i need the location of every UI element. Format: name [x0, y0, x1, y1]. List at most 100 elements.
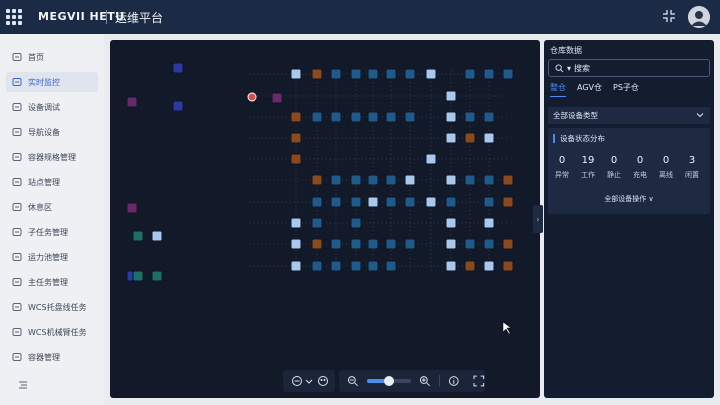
agv-robot-icon[interactable] [311, 174, 323, 186]
search-filter-dropdown[interactable]: ▾ [567, 64, 571, 73]
map-cell[interactable] [350, 174, 362, 186]
map-cell[interactable] [330, 174, 342, 186]
sidebar-item-10[interactable]: WCS托盘线任务 [6, 297, 98, 317]
map-cell[interactable] [367, 196, 379, 208]
sidebar-item-4[interactable]: 容器规格管理 [6, 147, 98, 167]
map-cell[interactable] [483, 196, 495, 208]
map-cell[interactable] [330, 196, 342, 208]
map-cell[interactable] [445, 238, 457, 250]
map-cell[interactable] [445, 174, 457, 186]
map-cell[interactable] [385, 68, 397, 80]
map-cell[interactable] [483, 260, 495, 272]
map-cell[interactable] [132, 270, 144, 282]
map-cell[interactable] [367, 68, 379, 80]
map-cell[interactable] [330, 111, 342, 123]
map-cell[interactable] [483, 174, 495, 186]
map-cell[interactable] [464, 68, 476, 80]
map-cell[interactable] [367, 111, 379, 123]
warehouse-map[interactable] [110, 40, 540, 398]
map-cell[interactable] [350, 68, 362, 80]
map-cell[interactable] [367, 260, 379, 272]
map-cell[interactable] [404, 196, 416, 208]
sidebar-item-7[interactable]: 子任务管理 [6, 222, 98, 242]
map-cell[interactable] [367, 238, 379, 250]
map-cell[interactable] [126, 202, 138, 214]
map-cell[interactable] [483, 238, 495, 250]
info-icon[interactable] [448, 375, 460, 387]
map-cell[interactable] [425, 153, 437, 165]
map-cell[interactable] [151, 270, 163, 282]
sidebar-item-1[interactable]: 实时监控 [6, 72, 98, 92]
sidebar-item-8[interactable]: 运力池管理 [6, 247, 98, 267]
map-cell[interactable] [350, 260, 362, 272]
user-avatar[interactable] [688, 6, 710, 28]
map-cell[interactable] [404, 111, 416, 123]
map-cell[interactable] [151, 230, 163, 242]
sidebar-item-6[interactable]: 休息区 [6, 197, 98, 217]
sidebar-collapse-icon[interactable] [18, 380, 28, 390]
map-cell[interactable] [425, 196, 437, 208]
layer-minus-icon[interactable] [291, 375, 303, 387]
agv-robot-icon[interactable] [502, 260, 514, 272]
map-cell[interactable] [385, 174, 397, 186]
agv-robot-icon[interactable] [290, 153, 302, 165]
tab-agv-warehouse[interactable]: AGV仓 [577, 82, 602, 97]
tab-whole-warehouse[interactable]: 整仓 [550, 82, 566, 97]
agv-robot-icon[interactable] [464, 132, 476, 144]
agv-robot-icon[interactable] [311, 238, 323, 250]
agv-robot-icon[interactable] [502, 174, 514, 186]
map-cell[interactable] [385, 238, 397, 250]
map-cell[interactable] [350, 196, 362, 208]
map-cell[interactable] [311, 260, 323, 272]
sidebar-item-0[interactable]: 首页 [6, 47, 98, 67]
map-cell[interactable] [445, 111, 457, 123]
map-cell[interactable] [404, 238, 416, 250]
map-cell[interactable] [445, 90, 457, 102]
map-canvas[interactable] [110, 40, 540, 398]
map-cell[interactable] [290, 217, 302, 229]
map-cell[interactable] [290, 260, 302, 272]
map-cell[interactable] [483, 132, 495, 144]
app-grid-icon[interactable] [6, 9, 22, 25]
agv-robot-icon[interactable] [311, 68, 323, 80]
map-cell[interactable] [330, 260, 342, 272]
map-cell[interactable] [311, 111, 323, 123]
map-cell[interactable] [311, 196, 323, 208]
map-cell[interactable] [311, 217, 323, 229]
map-marker-icon[interactable] [247, 92, 257, 102]
device-type-select[interactable]: 全部设备类型 [548, 107, 710, 124]
map-cell[interactable] [464, 238, 476, 250]
chevron-down-icon[interactable] [305, 375, 313, 387]
map-cell[interactable] [330, 68, 342, 80]
sidebar-item-3[interactable]: 导航设备 [6, 122, 98, 142]
sidebar-item-11[interactable]: WCS机械臂任务 [6, 322, 98, 342]
map-cell[interactable] [290, 68, 302, 80]
map-cell[interactable] [483, 68, 495, 80]
map-cell[interactable] [445, 196, 457, 208]
agv-robot-icon[interactable] [502, 238, 514, 250]
map-cell[interactable] [464, 111, 476, 123]
map-cell[interactable] [445, 260, 457, 272]
map-cell[interactable] [464, 174, 476, 186]
map-cell[interactable] [350, 238, 362, 250]
tab-ps-subwarehouse[interactable]: PS子仓 [613, 82, 639, 97]
agv-robot-icon[interactable] [502, 196, 514, 208]
device-search-input[interactable]: ▾ 搜索 [548, 59, 710, 77]
all-device-operations-button[interactable]: 全部设备操作 ∨ [548, 194, 710, 204]
map-cell[interactable] [172, 62, 184, 74]
map-cell[interactable] [126, 96, 138, 108]
map-cell[interactable] [445, 132, 457, 144]
map-cell[interactable] [172, 100, 184, 112]
agv-robot-icon[interactable] [290, 132, 302, 144]
zoom-slider[interactable] [366, 376, 412, 386]
map-cell[interactable] [404, 68, 416, 80]
map-cell[interactable] [425, 68, 437, 80]
map-cell[interactable] [385, 196, 397, 208]
panel-collapse-toggle[interactable]: › [533, 205, 543, 233]
map-cell[interactable] [350, 111, 362, 123]
zoom-out-icon[interactable] [347, 375, 359, 387]
sidebar-item-2[interactable]: 设备调试 [6, 97, 98, 117]
zoom-in-icon[interactable] [419, 375, 431, 387]
map-cell[interactable] [445, 217, 457, 229]
map-cell[interactable] [290, 238, 302, 250]
